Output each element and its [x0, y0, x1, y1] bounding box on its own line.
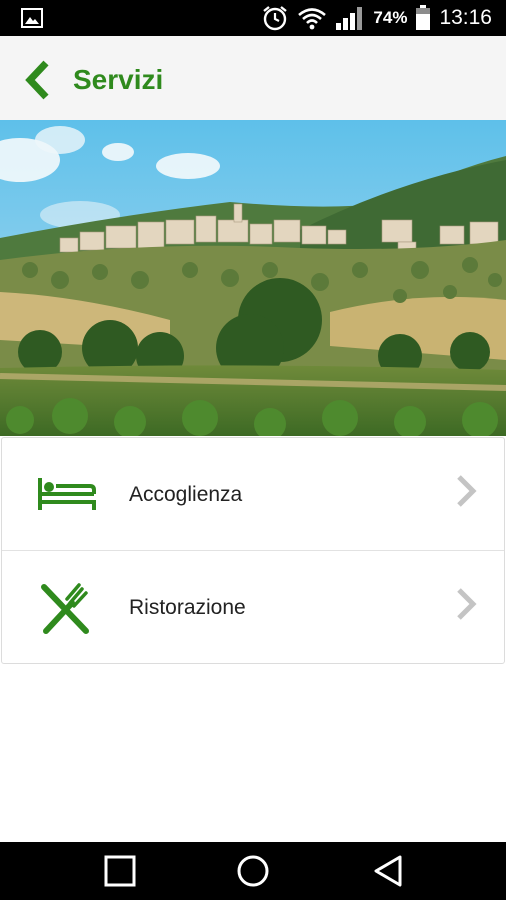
- services-menu: Accoglienza Ristorazione: [1, 437, 505, 664]
- signal-icon: [336, 7, 363, 30]
- gallery-icon: [21, 8, 43, 28]
- navigation-bar: [0, 842, 506, 900]
- back-icon[interactable]: [372, 855, 404, 887]
- home-icon[interactable]: [237, 855, 269, 887]
- status-bar: 74% 13:16: [0, 0, 506, 36]
- page-title: Servizi: [73, 64, 164, 95]
- app-bar: Servizi: [0, 36, 506, 120]
- recent-apps-icon[interactable]: [104, 855, 136, 887]
- fork-knife-icon: [41, 583, 89, 634]
- battery-icon: [416, 5, 431, 30]
- hero-image: [0, 120, 506, 436]
- menu-item-ristorazione[interactable]: Ristorazione: [2, 551, 504, 664]
- menu-item-label: Ristorazione: [129, 596, 246, 619]
- bed-icon: [38, 478, 96, 510]
- chevron-right-icon: [457, 588, 477, 620]
- menu-item-accoglienza[interactable]: Accoglienza: [2, 438, 504, 551]
- battery-percent: 74%: [373, 8, 408, 27]
- clock: 13:16: [439, 6, 492, 29]
- menu-item-label: Accoglienza: [129, 483, 243, 506]
- wifi-icon: [298, 8, 327, 30]
- chevron-right-icon: [457, 475, 477, 507]
- alarm-icon: [263, 6, 288, 31]
- status-icons: 74% 13:16: [261, 0, 492, 36]
- chevron-left-icon[interactable]: [22, 60, 54, 100]
